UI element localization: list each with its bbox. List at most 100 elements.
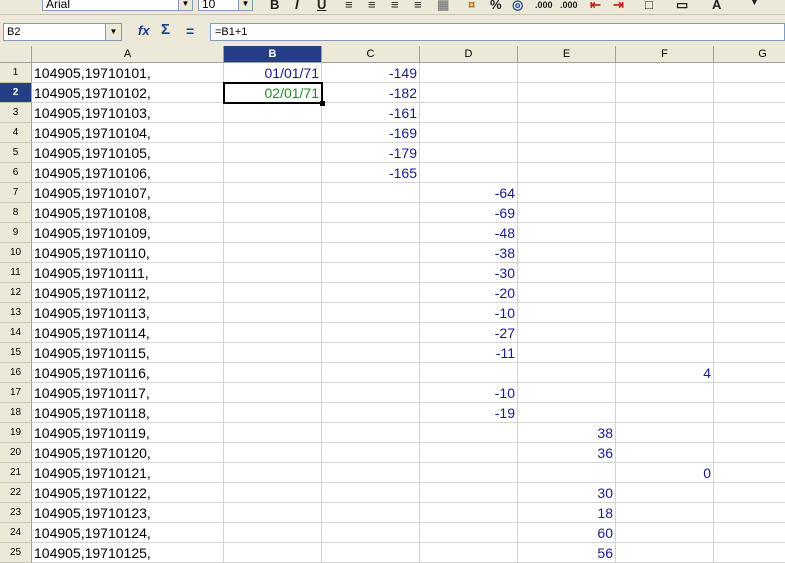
formula-input[interactable]: =B1+1 (210, 23, 785, 41)
row-header[interactable]: 7 (0, 183, 32, 203)
cell-g[interactable] (714, 163, 785, 183)
row-header[interactable]: 2 (0, 83, 32, 103)
cell-f[interactable] (616, 483, 714, 503)
column-header-b[interactable]: B (224, 46, 322, 63)
column-header-f[interactable]: F (616, 46, 714, 63)
cell-a[interactable]: 104905,19710122, (32, 483, 224, 503)
cell-a[interactable]: 104905,19710106, (32, 163, 224, 183)
cell-c[interactable] (322, 523, 420, 543)
cell-d[interactable] (420, 123, 518, 143)
cell-e[interactable]: 56 (518, 543, 616, 563)
row-header[interactable]: 3 (0, 103, 32, 123)
cell-e[interactable] (518, 123, 616, 143)
cell-a[interactable]: 104905,19710110, (32, 243, 224, 263)
cell-b[interactable] (224, 523, 322, 543)
cell-g[interactable] (714, 143, 785, 163)
italic-icon[interactable]: I (295, 0, 299, 12)
cell-b[interactable] (224, 183, 322, 203)
cell-f[interactable] (616, 323, 714, 343)
cell-g[interactable] (714, 423, 785, 443)
cell-f[interactable] (616, 383, 714, 403)
row-header[interactable]: 10 (0, 243, 32, 263)
cell-f[interactable] (616, 203, 714, 223)
cell-e[interactable]: 60 (518, 523, 616, 543)
cell-f[interactable] (616, 143, 714, 163)
cell-g[interactable] (714, 243, 785, 263)
cell-g[interactable] (714, 403, 785, 423)
row-header[interactable]: 6 (0, 163, 32, 183)
cell-e[interactable] (518, 283, 616, 303)
cell-a[interactable]: 104905,19710104, (32, 123, 224, 143)
cell-e[interactable]: 30 (518, 483, 616, 503)
cell-c[interactable]: -179 (322, 143, 420, 163)
cell-d[interactable] (420, 543, 518, 563)
cell-d[interactable]: -48 (420, 223, 518, 243)
cell-c[interactable] (322, 283, 420, 303)
cell-c[interactable]: -182 (322, 83, 420, 103)
cell-f[interactable] (616, 543, 714, 563)
cell-c[interactable]: -149 (322, 63, 420, 83)
merge-icon[interactable]: ▦ (437, 0, 449, 13)
row-header[interactable]: 16 (0, 363, 32, 383)
cell-f[interactable] (616, 103, 714, 123)
cell-g[interactable] (714, 363, 785, 383)
cell-g[interactable] (714, 443, 785, 463)
cell-a[interactable]: 104905,19710105, (32, 143, 224, 163)
cell-f[interactable] (616, 163, 714, 183)
font-size-dropdown[interactable]: ▼ (238, 0, 253, 11)
cell-b[interactable] (224, 163, 322, 183)
cell-d[interactable] (420, 143, 518, 163)
cell-a[interactable]: 104905,19710101, (32, 63, 224, 83)
column-header-g[interactable]: G (714, 46, 785, 63)
decrease-indent-icon[interactable]: ⇤ (590, 0, 601, 13)
cell-b[interactable] (224, 443, 322, 463)
cell-c[interactable]: -169 (322, 123, 420, 143)
cell-f[interactable] (616, 223, 714, 243)
cell-f[interactable] (616, 283, 714, 303)
cell-f[interactable] (616, 123, 714, 143)
row-header[interactable]: 15 (0, 343, 32, 363)
cell-b[interactable] (224, 423, 322, 443)
cell-d[interactable] (420, 83, 518, 103)
cell-b[interactable] (224, 383, 322, 403)
column-header-d[interactable]: D (420, 46, 518, 63)
cell-a[interactable]: 104905,19710117, (32, 383, 224, 403)
cell-g[interactable] (714, 483, 785, 503)
cell-b[interactable] (224, 403, 322, 423)
cell-d[interactable] (420, 503, 518, 523)
row-header[interactable]: 17 (0, 383, 32, 403)
cell-f[interactable] (616, 503, 714, 523)
cell-d[interactable]: -10 (420, 303, 518, 323)
cell-f[interactable]: 0 (616, 463, 714, 483)
cell-a[interactable]: 104905,19710115, (32, 343, 224, 363)
bold-icon[interactable]: B (270, 0, 279, 12)
cell-g[interactable] (714, 223, 785, 243)
cell-c[interactable]: -161 (322, 103, 420, 123)
cell-a[interactable]: 104905,19710121, (32, 463, 224, 483)
cell-b[interactable] (224, 343, 322, 363)
row-header[interactable]: 24 (0, 523, 32, 543)
cell-d[interactable] (420, 443, 518, 463)
cell-a[interactable]: 104905,19710102, (32, 83, 224, 103)
name-box[interactable]: B2 ▼ (3, 23, 122, 41)
cell-d[interactable]: -38 (420, 243, 518, 263)
percent-icon[interactable]: % (490, 0, 502, 12)
cell-d[interactable] (420, 163, 518, 183)
align-right-icon[interactable]: ≡ (391, 0, 399, 12)
cell-b[interactable] (224, 463, 322, 483)
row-header[interactable]: 25 (0, 543, 32, 563)
cell-c[interactable] (322, 243, 420, 263)
cell-b[interactable] (224, 323, 322, 343)
background-color-icon[interactable]: ▭ (676, 0, 688, 13)
cell-a[interactable]: 104905,19710125, (32, 543, 224, 563)
cell-e[interactable] (518, 203, 616, 223)
cell-e[interactable] (518, 243, 616, 263)
align-center-icon[interactable]: ≡ (368, 0, 376, 12)
row-header[interactable]: 18 (0, 403, 32, 423)
cell-d[interactable] (420, 423, 518, 443)
cell-c[interactable] (322, 463, 420, 483)
cell-b[interactable] (224, 123, 322, 143)
justify-icon[interactable]: ≡ (414, 0, 422, 12)
cell-a[interactable]: 104905,19710118, (32, 403, 224, 423)
cell-d[interactable]: -10 (420, 383, 518, 403)
